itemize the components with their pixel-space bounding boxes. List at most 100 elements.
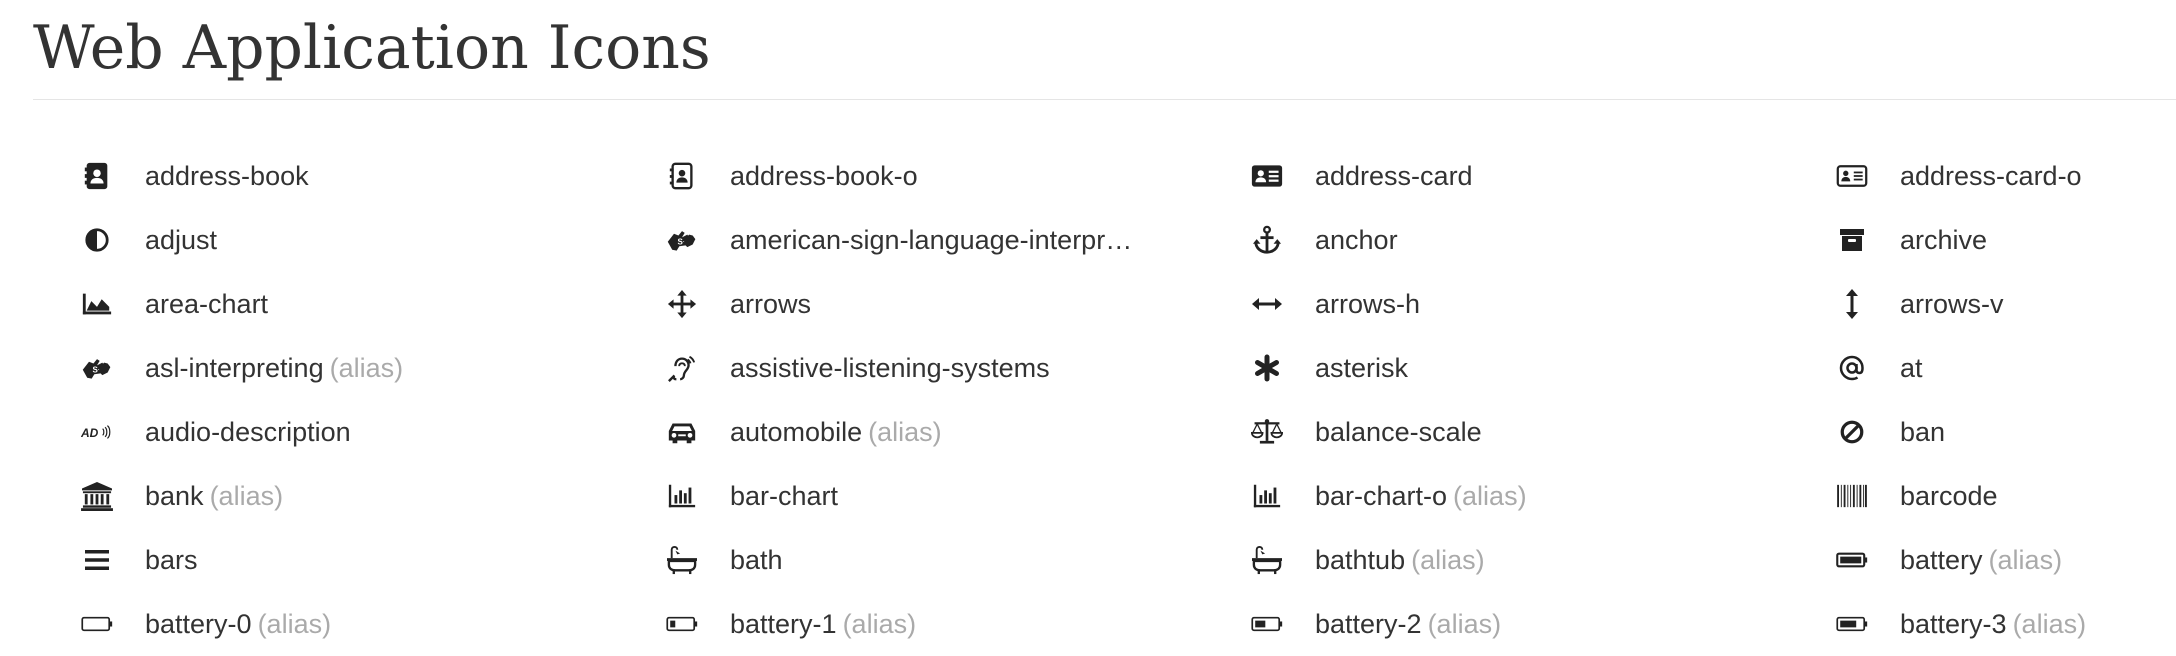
icon-label: archive [1900, 225, 1988, 255]
archive-icon [1836, 224, 1868, 256]
anchor-icon [1251, 224, 1283, 256]
american-sign-language-interpreting-icon: S [666, 224, 698, 256]
icon-label: assistive-listening-systems [730, 353, 1050, 383]
icon-label: bar-chart-o [1315, 481, 1448, 511]
icon-label: ban [1900, 417, 1946, 447]
alias-tag: (alias) [1427, 609, 1502, 639]
alias-tag: (alias) [1453, 481, 1527, 511]
icon-label: address-book [145, 161, 309, 191]
bar-chart-o-icon [1251, 480, 1283, 512]
icon-grid: address-book address-book-o address-card… [33, 144, 2176, 656]
icon-label: barcode [1900, 481, 1998, 511]
bathtub-icon [1251, 544, 1283, 576]
icon-label: address-card-o [1900, 161, 2082, 191]
icon-entry-bath[interactable]: bath [618, 528, 1203, 592]
icon-entry-arrows-h[interactable]: arrows-h [1203, 272, 1788, 336]
svg-text:S: S [93, 365, 99, 374]
address-book-o-icon [666, 160, 698, 192]
icon-label: asl-interpreting [145, 353, 324, 383]
icon-entry-bars[interactable]: bars [33, 528, 618, 592]
icon-entry-asl-interpreting[interactable]: Sasl-interpreting (alias) [33, 336, 618, 400]
battery-0-icon [81, 608, 113, 640]
alias-tag: (alias) [1988, 545, 2063, 575]
icon-label: arrows-v [1900, 289, 2004, 319]
address-card-icon [1251, 160, 1283, 192]
icon-label: arrows [730, 289, 812, 319]
automobile-icon [666, 416, 698, 448]
icon-entry-battery-1[interactable]: battery-1 (alias) [618, 592, 1203, 656]
icon-label: asterisk [1315, 353, 1409, 383]
battery-1-icon [666, 608, 698, 640]
icon-entry-battery-0[interactable]: battery-0 (alias) [33, 592, 618, 656]
assistive-listening-systems-icon [666, 352, 698, 384]
icon-label: american-sign-language-interpr… [730, 225, 1133, 255]
icon-label: area-chart [145, 289, 269, 319]
icon-entry-automobile[interactable]: automobile (alias) [618, 400, 1203, 464]
icon-entry-asterisk[interactable]: asterisk [1203, 336, 1788, 400]
alias-tag: (alias) [329, 353, 404, 383]
alias-tag: (alias) [257, 609, 332, 639]
icon-entry-adjust[interactable]: adjust [33, 208, 618, 272]
icon-entry-barcode[interactable]: barcode [1788, 464, 2176, 528]
bath-icon [666, 544, 698, 576]
alias-tag: (alias) [842, 609, 917, 639]
icon-entry-audio-description[interactable]: AD audio-description [33, 400, 618, 464]
icon-entry-address-card-o[interactable]: address-card-o [1788, 144, 2176, 208]
icon-label: bathtub [1315, 545, 1406, 575]
page-title: Web Application Icons [33, 13, 711, 83]
icon-label: battery-1 [730, 609, 837, 639]
icon-entry-arrows[interactable]: arrows [618, 272, 1203, 336]
arrows-h-icon [1251, 288, 1283, 320]
icon-label: audio-description [145, 417, 351, 447]
alias-tag: (alias) [868, 417, 942, 447]
icon-entry-bar-chart-o[interactable]: bar-chart-o (alias) [1203, 464, 1788, 528]
address-book-icon [81, 160, 113, 192]
barcode-icon [1836, 480, 1868, 512]
title-divider [33, 99, 2176, 100]
icon-label: adjust [145, 225, 218, 255]
icon-entry-bank[interactable]: bank (alias) [33, 464, 618, 528]
arrows-v-icon [1836, 288, 1868, 320]
icon-entry-assistive-listening-systems[interactable]: assistive-listening-systems [618, 336, 1203, 400]
icon-entry-at[interactable]: at [1788, 336, 2176, 400]
icon-label: at [1900, 353, 1923, 383]
icon-label: balance-scale [1315, 417, 1482, 447]
alias-tag: (alias) [2012, 609, 2087, 639]
icon-entry-archive[interactable]: archive [1788, 208, 2176, 272]
icon-entry-bar-chart[interactable]: bar-chart [618, 464, 1203, 528]
ban-icon [1836, 416, 1868, 448]
icon-label: address-book-o [730, 161, 918, 191]
icon-label: anchor [1315, 225, 1398, 255]
icon-entry-battery[interactable]: battery (alias) [1788, 528, 2176, 592]
icon-entry-address-book[interactable]: address-book [33, 144, 618, 208]
icon-entry-area-chart[interactable]: area-chart [33, 272, 618, 336]
icon-label: battery-0 [145, 609, 252, 639]
battery-3-icon [1836, 608, 1868, 640]
asterisk-icon [1251, 352, 1283, 384]
svg-text:AD: AD [81, 426, 99, 440]
at-icon [1836, 352, 1868, 384]
balance-scale-icon [1251, 416, 1283, 448]
icon-label: bank [145, 481, 204, 511]
icon-entry-bathtub[interactable]: bathtub (alias) [1203, 528, 1788, 592]
icon-entry-balance-scale[interactable]: balance-scale [1203, 400, 1788, 464]
icon-entry-anchor[interactable]: anchor [1203, 208, 1788, 272]
icon-entry-battery-3[interactable]: battery-3 (alias) [1788, 592, 2176, 656]
icon-entry-address-book-o[interactable]: address-book-o [618, 144, 1203, 208]
area-chart-icon [81, 288, 113, 320]
icon-label: bar-chart [730, 481, 839, 511]
icon-entry-ban[interactable]: ban [1788, 400, 2176, 464]
svg-text:S: S [678, 237, 684, 246]
arrows-icon [666, 288, 698, 320]
battery-icon [1836, 544, 1868, 576]
icon-entry-american-sign-language-interpreting[interactable]: Samerican-sign-language-interpr… [618, 208, 1203, 272]
audio-description-icon: AD [81, 416, 113, 448]
icon-label: bath [730, 545, 783, 575]
battery-2-icon [1251, 608, 1283, 640]
icon-entry-battery-2[interactable]: battery-2 (alias) [1203, 592, 1788, 656]
icon-entry-address-card[interactable]: address-card [1203, 144, 1788, 208]
icon-label: battery-3 [1900, 609, 2007, 639]
alias-tag: (alias) [1411, 545, 1485, 575]
icon-label: bars [145, 545, 198, 575]
icon-entry-arrows-v[interactable]: arrows-v [1788, 272, 2176, 336]
